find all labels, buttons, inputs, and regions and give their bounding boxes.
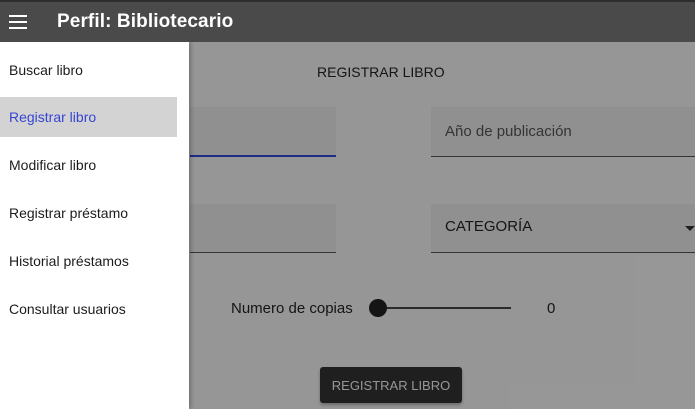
app-bar: Perfil: Bibliotecario xyxy=(0,0,695,42)
hamburger-menu-icon[interactable] xyxy=(0,2,40,42)
navigation-drawer: Buscar libro Registrar libro Modificar lib… xyxy=(0,42,189,409)
nav-item-modificar-libro[interactable]: Modificar libro xyxy=(0,145,189,185)
nav-item-registrar-préstamo[interactable]: Registrar préstamo xyxy=(0,193,189,233)
nav-item-buscar-libro[interactable]: Buscar libro xyxy=(0,50,189,90)
nav-item-consultar-usuarios[interactable]: Consultar usuarios xyxy=(0,289,189,329)
nav-item-historial-préstamos[interactable]: Historial préstamos xyxy=(0,241,189,281)
nav-item-registrar-libro[interactable]: Registrar libro xyxy=(0,97,177,137)
app-title: Perfil: Bibliotecario xyxy=(57,11,234,32)
